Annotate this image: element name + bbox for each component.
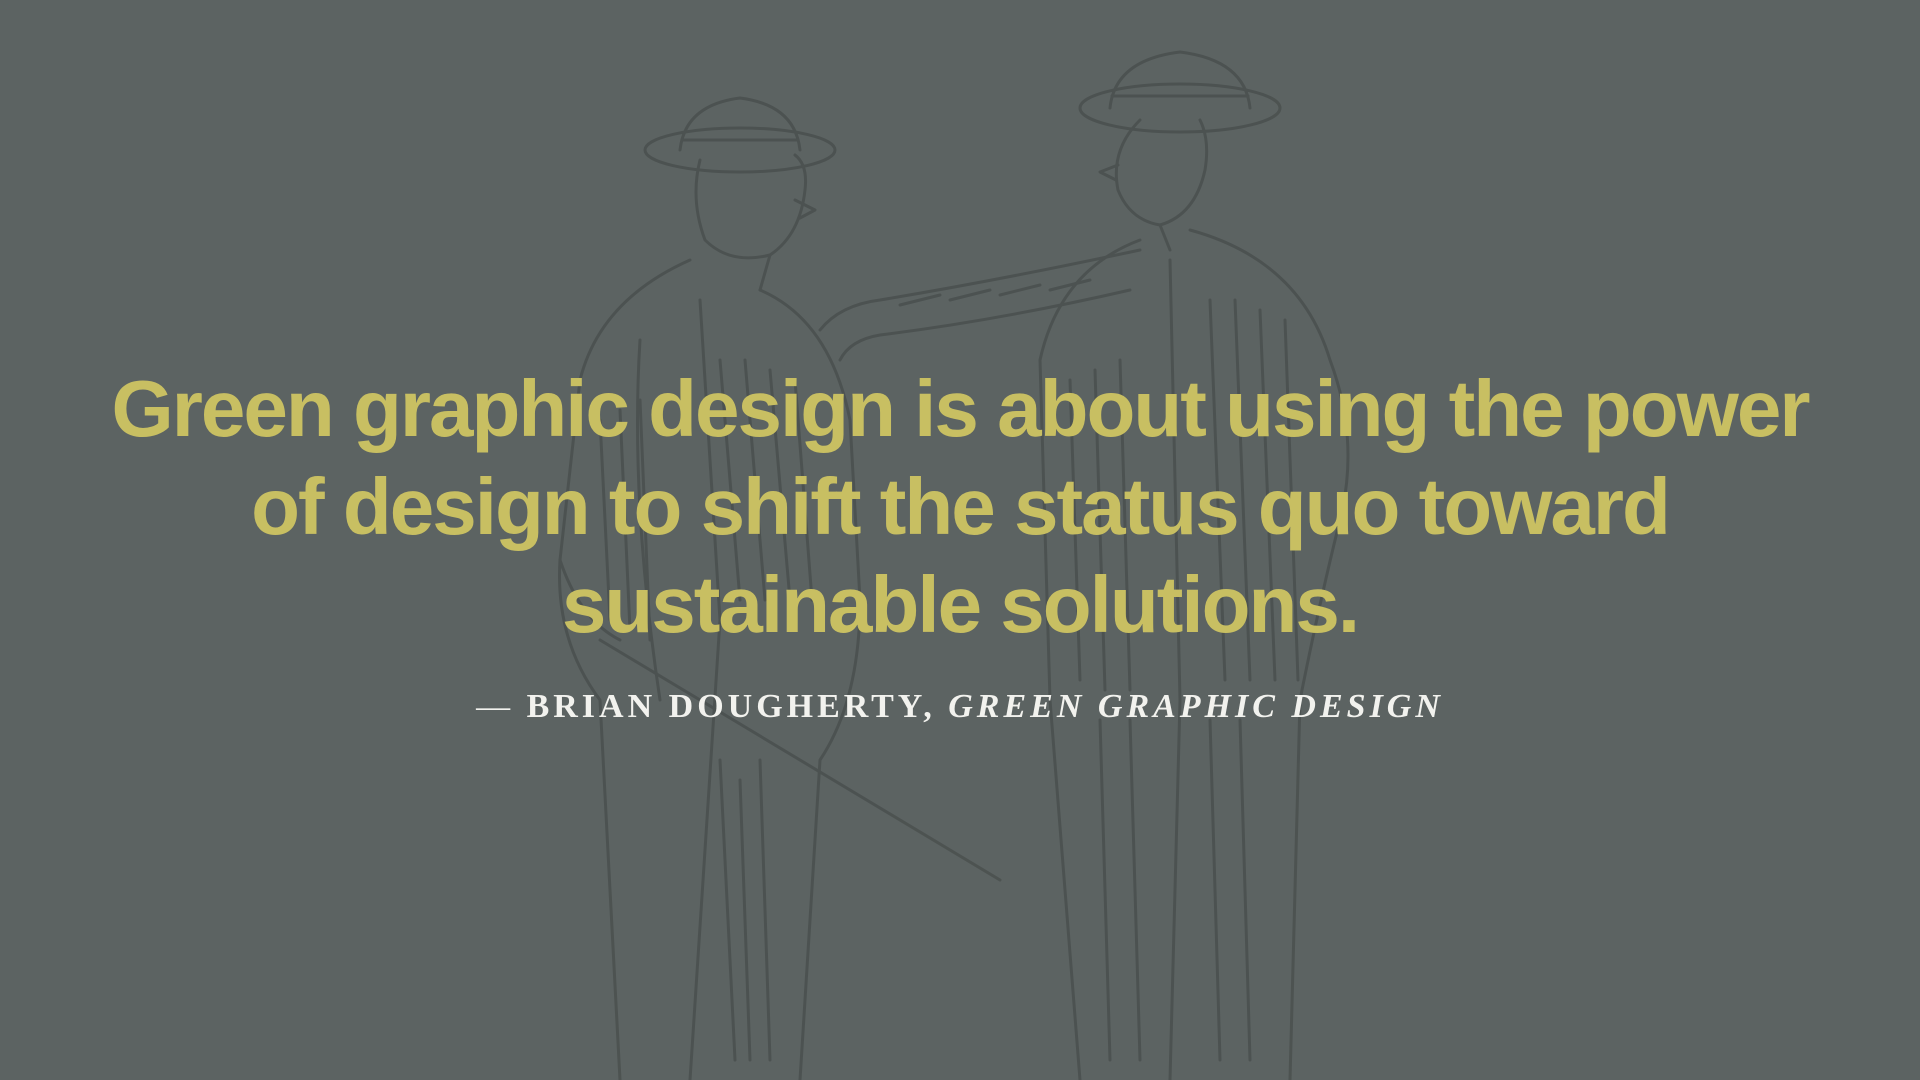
attribution-author: BRIAN DOUGHERTY, xyxy=(526,688,936,725)
attribution-source: GREEN GRAPHIC DESIGN xyxy=(948,688,1444,725)
attribution: — BRIAN DOUGHERTY, GREEN GRAPHIC DESIGN xyxy=(0,688,1920,726)
quote-block: Green graphic design is about using the … xyxy=(0,360,1920,726)
attribution-dash: — xyxy=(476,688,515,725)
quote-slide: Green graphic design is about using the … xyxy=(0,0,1920,1080)
quote-text: Green graphic design is about using the … xyxy=(111,364,1811,649)
